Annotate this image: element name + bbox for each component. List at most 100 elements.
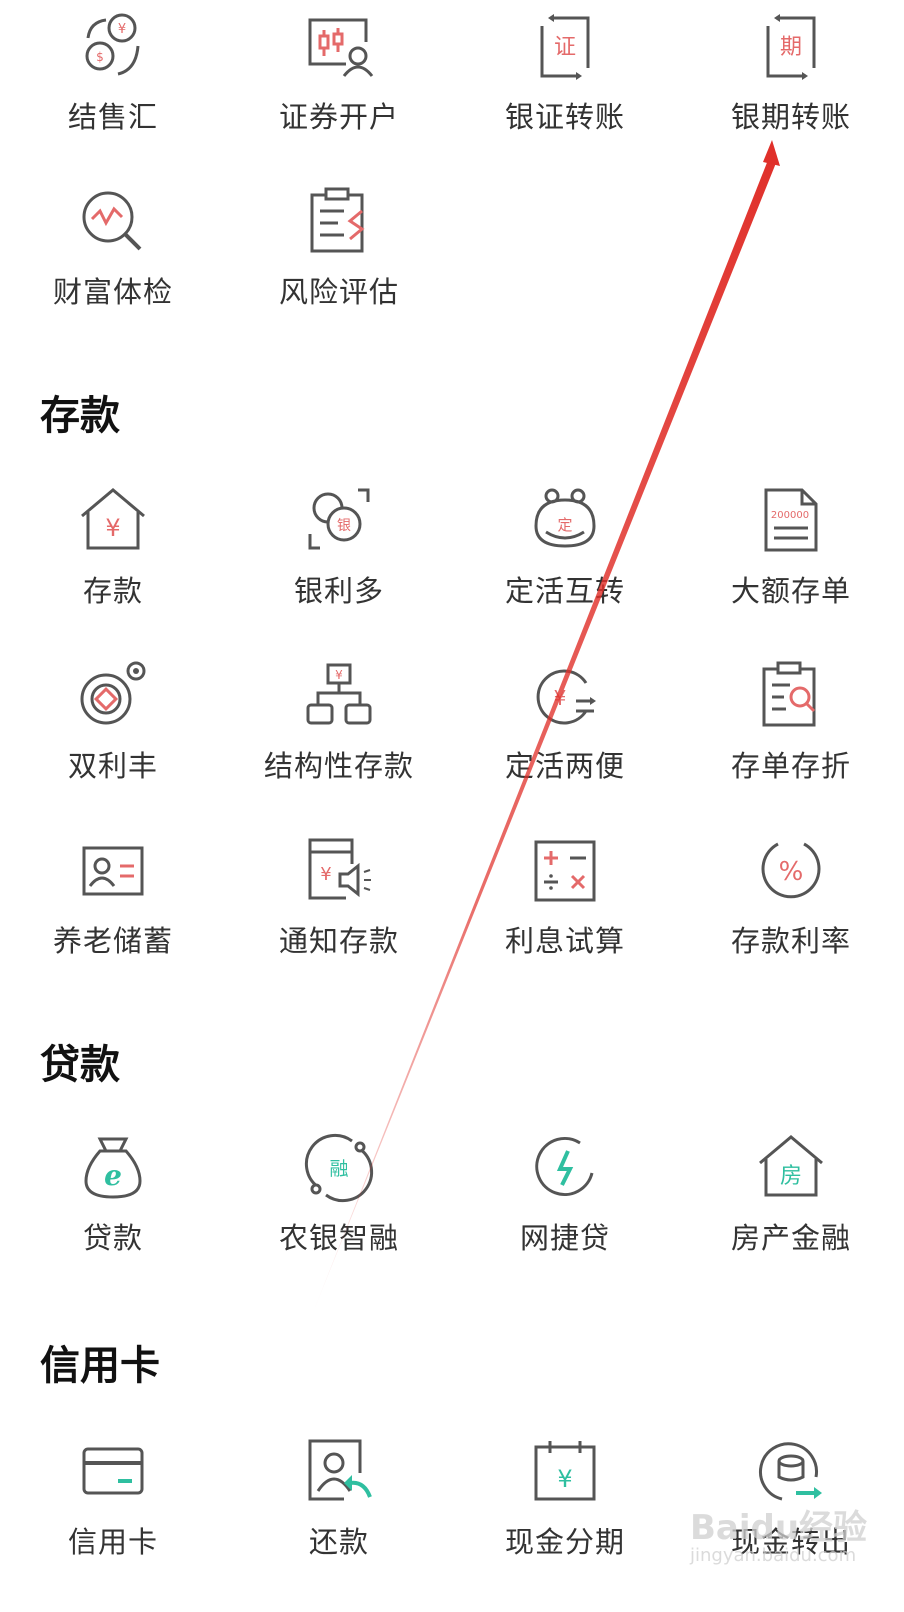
svg-text:%: % [779, 857, 804, 887]
menu-item-label: 风险评估 [278, 275, 399, 309]
menu-item-label: 养老储蓄 [52, 924, 173, 958]
currency-exchange-icon: ¥ $ [78, 12, 148, 82]
menu-item-label: 财富体检 [52, 275, 173, 309]
menu-item-label: 定活互转 [504, 574, 625, 608]
svg-text:银: 银 [337, 518, 351, 534]
deposit-rate-icon: % [756, 836, 826, 906]
fixed-current-flexible-icon: ¥ [530, 661, 600, 731]
menu-item-label: 通知存款 [278, 924, 399, 958]
interest-calculator-icon [530, 836, 600, 906]
menu-item-shuanglifeng[interactable]: 双利丰 [0, 661, 226, 836]
credit-card-icon [78, 1437, 148, 1507]
menu-item-deposit-rate[interactable]: % 存款利率 [678, 836, 904, 1011]
svg-text:期: 期 [780, 35, 802, 60]
menu-item-label: 还款 [308, 1525, 369, 1559]
menu-item-wangjiedai[interactable]: 网捷贷 [452, 1133, 678, 1308]
structured-deposit-icon: ¥ [304, 661, 374, 731]
menu-item-label: 农银智融 [278, 1221, 399, 1255]
menu-item-label: 结售汇 [67, 100, 158, 134]
nongyin-zhirong-icon: 融 [304, 1133, 374, 1203]
menu-item-label: 存款 [82, 574, 143, 608]
menu-item-passbook[interactable]: 存单存折 [678, 661, 904, 836]
baidu-jingyan-watermark: Baidu经验 jingyan.baidu.com [690, 1508, 868, 1566]
menu-item-label: 利息试算 [504, 924, 625, 958]
passbook-search-icon [756, 661, 826, 731]
wangjiedai-icon [530, 1133, 600, 1203]
menu-item-label: 存款利率 [730, 924, 851, 958]
menu-item-deposit[interactable]: ¥ 存款 [0, 486, 226, 661]
large-deposit-certificate-icon: 200000 [756, 486, 826, 556]
svg-text:定: 定 [557, 516, 572, 534]
menu-item-risk-assessment[interactable]: 风险评估 [226, 187, 452, 362]
cash-installment-icon: ¥ [530, 1437, 600, 1507]
loan-grid: e 贷款 融 农银智融 网捷贷 房 房产金融 [0, 1133, 904, 1308]
yinliduo-icon: 银 [304, 486, 374, 556]
svg-text:¥: ¥ [557, 1465, 572, 1493]
section-title-credit-card: 信用卡 [40, 1343, 160, 1389]
menu-item-fixed-current-flexible[interactable]: ¥ 定活两便 [452, 661, 678, 836]
menu-item-wealth-checkup[interactable]: 财富体检 [0, 187, 226, 362]
cash-transfer-out-icon [756, 1437, 826, 1507]
menu-item-label: 银利多 [293, 574, 384, 608]
wealth-checkup-icon [78, 187, 148, 257]
menu-item-jieshouhui[interactable]: ¥ $ 结售汇 [0, 12, 226, 187]
menu-item-label: 信用卡 [67, 1525, 158, 1559]
menu-item-repayment[interactable]: 还款 [226, 1437, 452, 1612]
menu-item-label: 房产金融 [730, 1221, 851, 1255]
top-services-grid: ¥ $ 结售汇 证券开户 证 银证转账 期 银期转账 财富体检 风险评估 [0, 12, 904, 362]
section-title-loan: 贷款 [40, 1042, 120, 1088]
menu-item-label: 银证转账 [504, 100, 625, 134]
svg-text:e: e [104, 1159, 122, 1192]
menu-item-fixed-current-swap[interactable]: 定 定活互转 [452, 486, 678, 661]
menu-item-nongyin-zhirong[interactable]: 融 农银智融 [226, 1133, 452, 1308]
section-title-deposit: 存款 [40, 393, 120, 439]
pension-savings-icon [78, 836, 148, 906]
deposit-grid: ¥ 存款 银 银利多 定 定活互转 200000 大额存单 双利丰 ¥ 结构性存… [0, 486, 904, 1011]
svg-text:融: 融 [329, 1158, 348, 1180]
shuanglifeng-icon [78, 661, 148, 731]
loan-bag-icon: e [78, 1133, 148, 1203]
menu-item-bank-futures-transfer[interactable]: 期 银期转账 [678, 12, 904, 187]
svg-text:¥: ¥ [554, 686, 567, 710]
svg-text:¥: ¥ [105, 514, 120, 542]
svg-text:证: 证 [554, 35, 576, 60]
menu-item-securities-account[interactable]: 证券开户 [226, 12, 452, 187]
menu-item-loan[interactable]: e 贷款 [0, 1133, 226, 1308]
service-menu-page: ¥ $ 结售汇 证券开户 证 银证转账 期 银期转账 财富体检 风险评估 存款 … [0, 0, 904, 1600]
svg-text:房: 房 [780, 1164, 802, 1189]
menu-item-notice-deposit[interactable]: ¥ 通知存款 [226, 836, 452, 1011]
menu-item-label: 定活两便 [504, 749, 625, 783]
menu-item-label: 大额存单 [730, 574, 851, 608]
menu-item-label: 存单存折 [730, 749, 851, 783]
menu-item-yinliduo[interactable]: 银 银利多 [226, 486, 452, 661]
menu-item-property-finance[interactable]: 房 房产金融 [678, 1133, 904, 1308]
menu-item-large-deposit-certificate[interactable]: 200000 大额存单 [678, 486, 904, 661]
menu-item-label: 网捷贷 [519, 1221, 610, 1255]
menu-item-label: 贷款 [82, 1221, 143, 1255]
menu-item-structured-deposit[interactable]: ¥ 结构性存款 [226, 661, 452, 836]
deposit-house-icon: ¥ [78, 486, 148, 556]
menu-item-cash-installment[interactable]: ¥ 现金分期 [452, 1437, 678, 1612]
menu-item-interest-calculator[interactable]: 利息试算 [452, 836, 678, 1011]
menu-item-label: 证券开户 [278, 100, 399, 134]
notice-deposit-icon: ¥ [304, 836, 374, 906]
menu-item-credit-card[interactable]: 信用卡 [0, 1437, 226, 1612]
property-finance-icon: 房 [756, 1133, 826, 1203]
risk-assessment-icon [304, 187, 374, 257]
repayment-icon [304, 1437, 374, 1507]
svg-text:$: $ [96, 50, 104, 64]
bank-securities-transfer-icon: 证 [530, 12, 600, 82]
menu-item-label: 双利丰 [67, 749, 158, 783]
svg-text:200000: 200000 [771, 510, 809, 521]
menu-item-label: 结构性存款 [263, 749, 414, 783]
menu-item-pension-savings[interactable]: 养老储蓄 [0, 836, 226, 1011]
menu-item-label: 现金分期 [504, 1525, 625, 1559]
bank-futures-transfer-icon: 期 [756, 12, 826, 82]
svg-text:¥: ¥ [335, 668, 343, 682]
svg-text:¥: ¥ [320, 864, 331, 885]
fixed-current-swap-icon: 定 [530, 486, 600, 556]
menu-item-label: 银期转账 [730, 100, 851, 134]
menu-item-bank-securities-transfer[interactable]: 证 银证转账 [452, 12, 678, 187]
securities-account-icon [304, 12, 374, 82]
svg-text:¥: ¥ [118, 22, 126, 37]
